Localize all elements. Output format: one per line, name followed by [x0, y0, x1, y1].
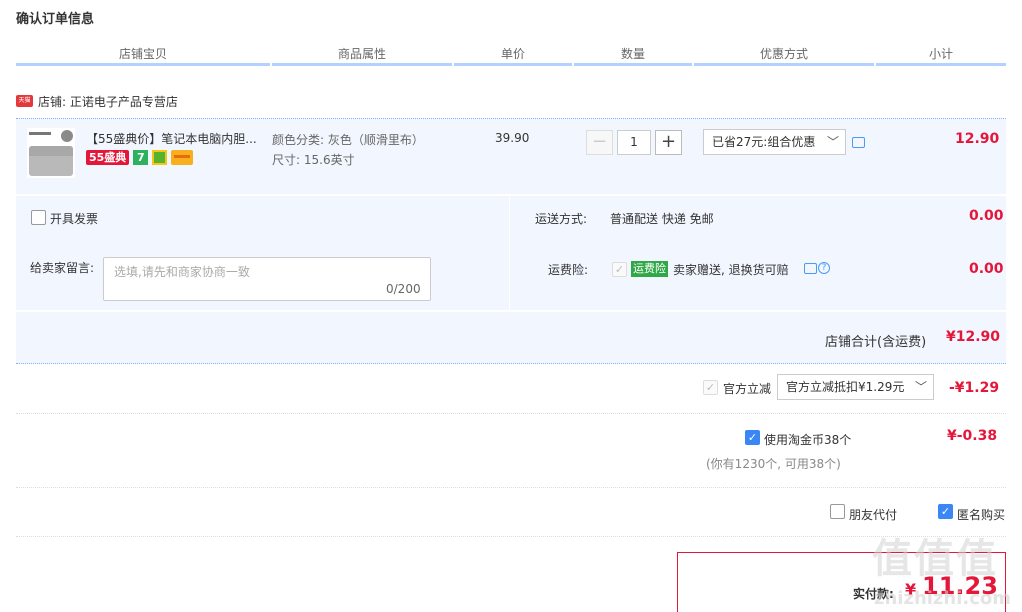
memo-label: 给卖家留言: — [30, 261, 95, 275]
anonymous-purchase-label[interactable]: 匿名购买 — [957, 506, 1005, 523]
item-attr-color: 颜色分类: 灰色（顺滑里布） — [272, 133, 424, 147]
taobao-coins-amount: ¥-0.38 — [947, 428, 998, 444]
item-attr-size: 尺寸: 15.6英寸 — [272, 153, 355, 167]
qty-input[interactable]: 1 — [617, 130, 651, 155]
official-discount-label: 官方立减 — [723, 382, 772, 396]
promo-select[interactable]: 已省27元:组合优惠 ﹀ — [703, 129, 846, 155]
col-header-quantity: 数量 — [574, 44, 692, 66]
seven-day-return-icon: 7 — [133, 150, 149, 165]
divider — [16, 413, 1006, 414]
taobao-coins-note: (你有1230个, 可用38个) — [706, 457, 841, 471]
unit-price: 39.90 — [495, 131, 530, 145]
freight-insurance-checkbox — [612, 262, 627, 277]
item-subtotal: 12.90 — [955, 131, 1000, 147]
item-thumbnail[interactable] — [27, 128, 75, 178]
freight-insurance-text: 卖家赠送, 退换货可赔 — [673, 263, 789, 277]
col-header-attributes: 商品属性 — [272, 44, 452, 66]
divider — [16, 536, 1006, 537]
freight-insurance-badge: 运费险 — [631, 261, 668, 277]
qty-decrease-button[interactable]: − — [586, 130, 613, 155]
official-discount-select-value: 官方立减抵扣¥1.29元 — [786, 380, 905, 394]
item-badges: 55盛典 7 — [86, 150, 194, 165]
shipping-label: 运送方式: — [535, 212, 588, 226]
official-discount-amount: -¥1.29 — [949, 380, 1000, 396]
chevron-down-icon: ﹀ — [826, 135, 839, 149]
question-icon[interactable]: ? — [818, 262, 830, 274]
official-discount-checkbox — [703, 380, 718, 395]
official-discount-select[interactable]: 官方立减抵扣¥1.29元 ﹀ — [777, 374, 934, 400]
thumbnail-dot — [61, 130, 73, 142]
watermark-logo: 值值值 — [872, 536, 998, 582]
promo-select-value: 已省27元:组合优惠 — [712, 135, 816, 149]
chevron-down-icon: ﹀ — [914, 380, 927, 394]
memo-char-count: 0/200 — [386, 282, 421, 296]
shop-total-amount: ¥12.90 — [946, 329, 1001, 345]
shop-total-label: 店铺合计(含运费) — [825, 335, 927, 350]
freight-insurance-label: 运费险: — [548, 263, 589, 277]
thumbnail-bag-zip — [29, 146, 73, 156]
shop-row: 天猫 店铺: 正诺电子产品专营店 — [16, 92, 178, 110]
chat-bubble-icon[interactable] — [852, 137, 865, 148]
divider — [509, 196, 510, 310]
chat-bubble-icon[interactable] — [804, 263, 817, 274]
watermark-url: zhizhizhi.com — [874, 588, 1012, 609]
friend-pay-label[interactable]: 朋友代付 — [849, 506, 897, 523]
col-header-unit-price: 单价 — [454, 44, 572, 66]
taobao-coins-label[interactable]: 使用淘金币38个 — [764, 431, 851, 448]
page-title: 确认订单信息 — [16, 12, 95, 27]
table-header: 店铺宝贝 商品属性 单价 数量 优惠方式 小计 — [16, 44, 1006, 66]
memo-placeholder: 选填,请先和商家协商一致 — [114, 265, 250, 279]
tmall-icon: 天猫 — [16, 95, 33, 107]
shipping-value: 普通配送 快递 免邮 — [610, 212, 714, 226]
col-header-discount: 优惠方式 — [694, 44, 874, 66]
invoice-label[interactable]: 开具发票 — [50, 210, 98, 227]
divider — [16, 487, 1006, 488]
invoice-checkbox[interactable] — [31, 210, 46, 225]
guarantee-icon — [152, 150, 168, 165]
sale-badge: 55盛典 — [86, 150, 130, 165]
shipping-amount: 0.00 — [969, 208, 1004, 224]
card-payment-icon — [171, 150, 194, 165]
shop-name[interactable]: 店铺: 正诺电子产品专营店 — [38, 93, 178, 110]
taobao-coins-checkbox[interactable] — [745, 430, 760, 445]
col-header-shop-item: 店铺宝贝 — [16, 44, 270, 66]
friend-pay-checkbox[interactable] — [830, 504, 845, 519]
freight-insurance-amount: 0.00 — [969, 261, 1004, 277]
anonymous-purchase-checkbox[interactable] — [938, 504, 953, 519]
col-header-subtotal: 小计 — [876, 44, 1006, 66]
thumbnail-brand-mark — [29, 132, 51, 135]
item-title[interactable]: 【55盛典价】笔记本电脑内胆... — [86, 130, 261, 147]
qty-increase-button[interactable]: + — [655, 130, 682, 155]
